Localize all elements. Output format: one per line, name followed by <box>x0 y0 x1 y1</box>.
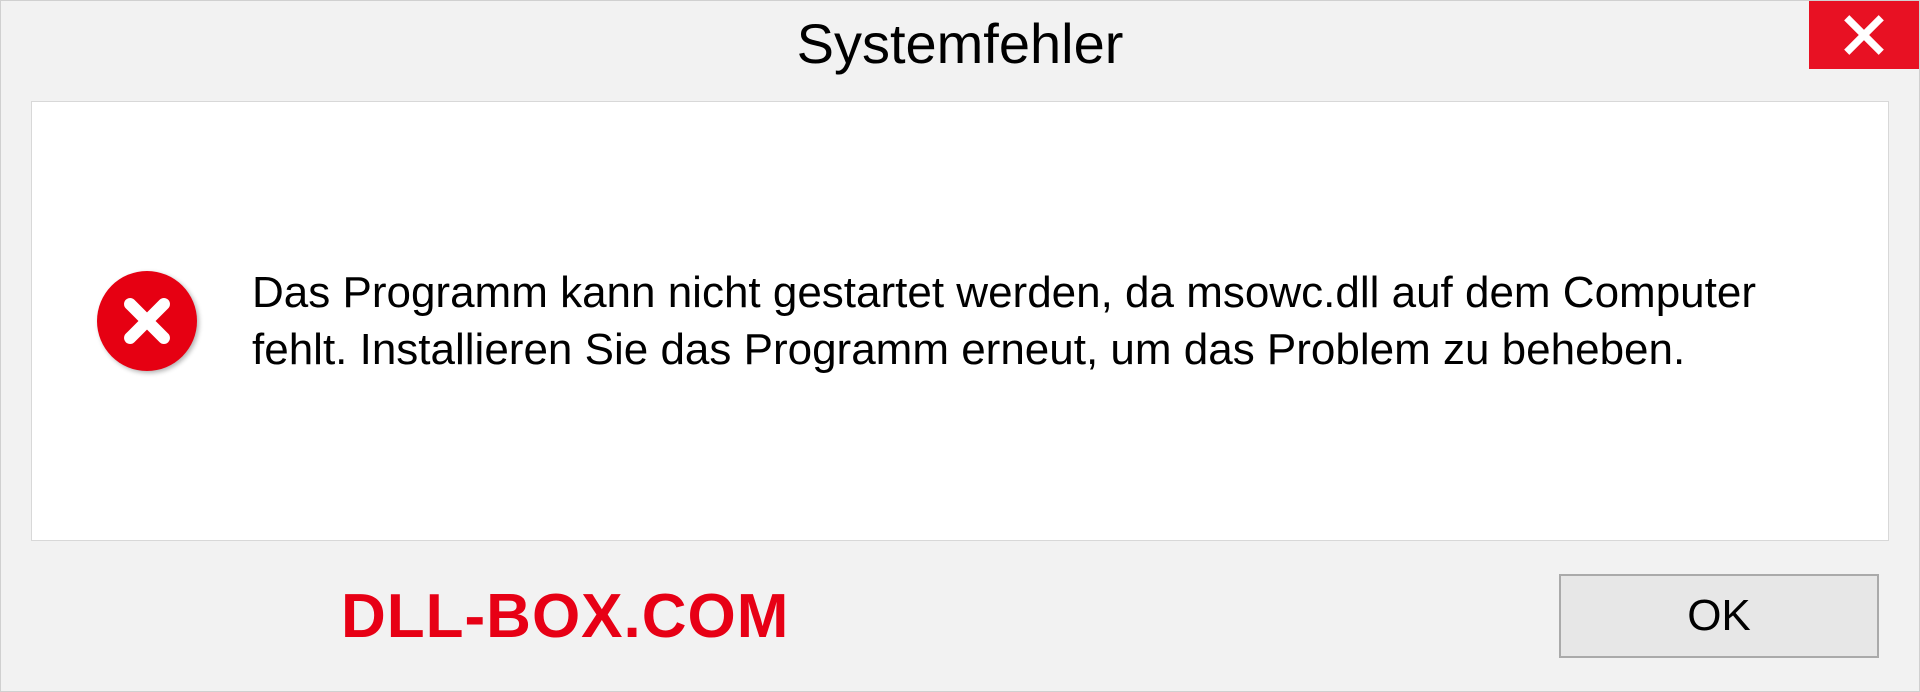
dialog-title: Systemfehler <box>797 11 1124 76</box>
close-icon <box>1842 13 1886 57</box>
error-message: Das Programm kann nicht gestartet werden… <box>252 264 1828 378</box>
error-icon <box>97 271 197 371</box>
titlebar: Systemfehler <box>1 1 1919 91</box>
ok-button[interactable]: OK <box>1559 574 1879 658</box>
watermark-text: DLL-BOX.COM <box>41 581 789 652</box>
error-icon-wrap <box>92 266 202 376</box>
error-dialog: Systemfehler Das Programm kann nicht ges… <box>0 0 1920 692</box>
footer: DLL-BOX.COM OK <box>1 561 1919 691</box>
content-area: Das Programm kann nicht gestartet werden… <box>31 101 1889 541</box>
close-button[interactable] <box>1809 1 1919 69</box>
